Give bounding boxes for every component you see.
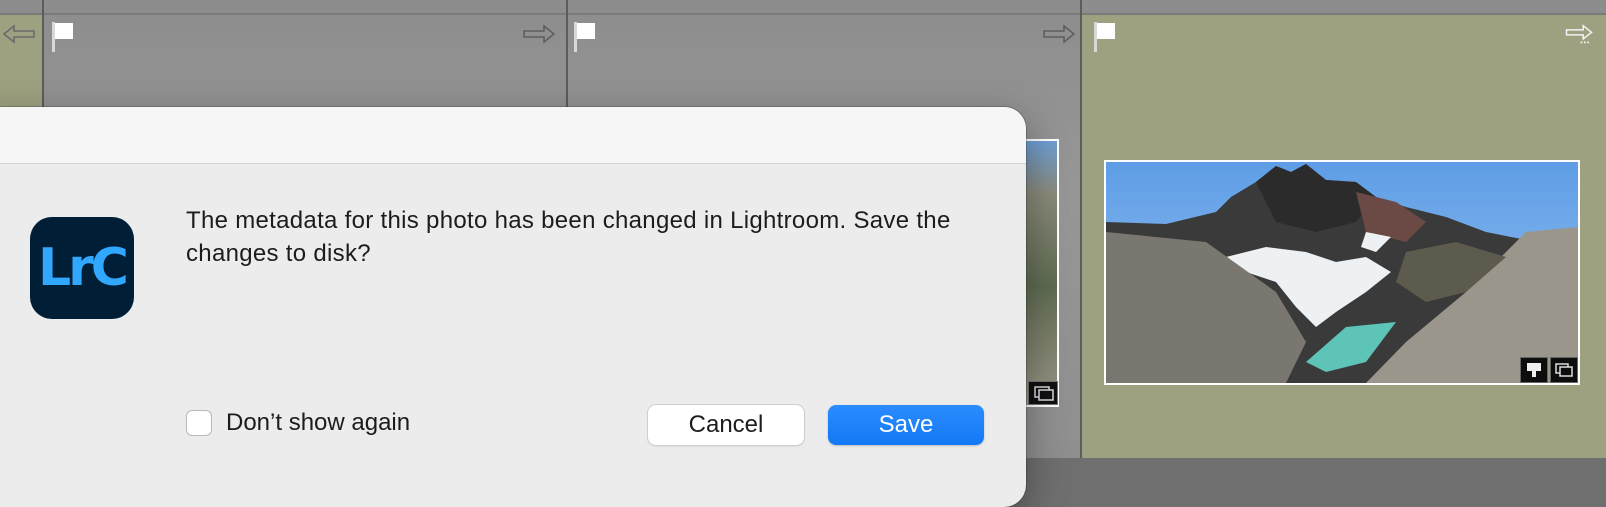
grid-top-strip — [0, 0, 1606, 15]
virtual-copy-icon — [1550, 357, 1578, 383]
flag-icon[interactable] — [572, 22, 598, 52]
rotate-icon[interactable] — [1042, 24, 1076, 44]
flag-icon[interactable] — [1092, 22, 1118, 52]
save-metadata-dialog: LrC The metadata for this photo has been… — [0, 107, 1026, 507]
save-button[interactable]: Save — [828, 405, 984, 445]
dont-show-again-checkbox[interactable] — [186, 410, 212, 436]
photo-thumbnail-partial[interactable] — [1026, 139, 1059, 407]
app-icon-text: LrC — [38, 238, 129, 298]
rotate-icon[interactable] — [2, 24, 36, 44]
cancel-button[interactable]: Cancel — [648, 405, 804, 445]
dont-show-again-option[interactable]: Don’t show again — [186, 409, 410, 437]
rotate-icon[interactable] — [1562, 24, 1596, 44]
flag-icon[interactable] — [50, 22, 76, 52]
dialog-message: The metadata for this photo has been cha… — [186, 207, 951, 267]
virtual-copy-badge-icon — [1028, 381, 1058, 405]
dialog-title-bar[interactable] — [0, 107, 1026, 164]
lightroom-classic-app-icon: LrC — [30, 217, 134, 319]
grid-divider — [1080, 0, 1082, 458]
rotate-icon[interactable] — [522, 24, 556, 44]
mountain-photo — [1106, 162, 1578, 383]
metadata-changed-icon[interactable] — [1520, 357, 1548, 383]
photo-thumbnail-selected[interactable] — [1104, 160, 1580, 385]
dont-show-again-label[interactable]: Don’t show again — [226, 409, 410, 437]
